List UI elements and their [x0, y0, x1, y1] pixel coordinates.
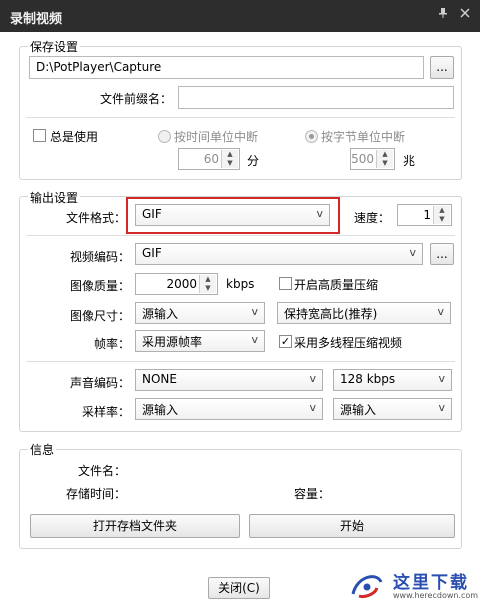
- file-size-label: 容量：: [293, 487, 330, 501]
- fps-value: 采用源帧率: [142, 335, 203, 349]
- size-select[interactable]: 源输入 v: [135, 302, 265, 324]
- pin-icon[interactable]: [434, 6, 452, 24]
- divider: [26, 117, 455, 118]
- aspect-select[interactable]: 保持宽高比(推荐) v: [277, 302, 451, 324]
- speed-value: 1: [423, 208, 431, 222]
- time-unit-radio[interactable]: [158, 130, 171, 143]
- time-unit-label: 按时间单位中断: [174, 130, 259, 144]
- window-title: 录制视频: [10, 12, 63, 27]
- time-value: 60: [203, 152, 219, 166]
- audio-codec-value: NONE: [142, 372, 177, 386]
- chevron-down-icon: v: [309, 372, 316, 385]
- open-folder-button[interactable]: 打开存档文件夹: [30, 514, 240, 538]
- spinner-arrows-icon[interactable]: ▲ ▼: [376, 150, 393, 168]
- size-label: 图像尺寸：: [69, 309, 130, 323]
- aspect-value: 保持宽高比(推荐): [284, 307, 378, 321]
- output-settings-title: 输出设置: [28, 189, 81, 206]
- multithread-label: 采用多线程压缩视频: [294, 336, 403, 350]
- format-value: GIF: [142, 207, 162, 221]
- format-select[interactable]: GIF v: [135, 204, 330, 226]
- divider: [26, 235, 455, 236]
- samplerate-label: 采样率：: [81, 405, 130, 419]
- audio-bitrate-select[interactable]: 128 kbps v: [333, 369, 452, 391]
- quality-value: 2000: [166, 277, 197, 291]
- time-spinner[interactable]: 60 ▲ ▼: [178, 148, 240, 170]
- video-codec-label: 视频编码：: [69, 250, 130, 264]
- multithread-checkbox[interactable]: ✓: [279, 335, 292, 348]
- always-use-checkbox[interactable]: [33, 129, 46, 142]
- filename-label: 文件名：: [77, 464, 126, 478]
- close-button[interactable]: 关闭(C): [208, 577, 270, 599]
- hq-label: 开启高质量压缩: [294, 278, 379, 292]
- chevron-down-icon: v: [309, 401, 316, 414]
- info-title: 信息: [28, 441, 57, 458]
- watermark-logo-icon: [351, 575, 383, 598]
- samplerate-select[interactable]: 源输入 v: [135, 398, 323, 420]
- always-use-label: 总是使用: [50, 130, 99, 144]
- fps-label: 帧率：: [93, 337, 130, 351]
- prefix-input[interactable]: [178, 86, 454, 109]
- quality-spinner[interactable]: 2000 ▲ ▼: [135, 273, 218, 295]
- checkmark-icon: ✓: [280, 335, 291, 348]
- duration-label: 存储时间：: [65, 487, 126, 501]
- audio-codec-select[interactable]: NONE v: [135, 369, 323, 391]
- chevron-down-icon: v: [438, 401, 445, 414]
- title-bar: 录制视频: [0, 0, 480, 32]
- speed-label: 速度：: [354, 211, 391, 225]
- spinner-arrows-icon[interactable]: ▲ ▼: [199, 275, 216, 293]
- chevron-down-icon: v: [251, 333, 258, 346]
- chevron-down-icon: v: [409, 246, 416, 259]
- save-settings-title: 保存设置: [28, 38, 81, 55]
- browse-path-button[interactable]: ...: [430, 56, 454, 79]
- time-unit: 分: [247, 154, 260, 168]
- close-icon[interactable]: [456, 6, 474, 24]
- spinner-arrows-icon[interactable]: ▲ ▼: [221, 150, 238, 168]
- start-button[interactable]: 开始: [249, 514, 455, 538]
- quality-label: 图像质量：: [69, 279, 130, 293]
- byte-unit: 兆: [403, 154, 416, 168]
- byte-spinner[interactable]: 500 ▲ ▼: [350, 148, 395, 170]
- watermark-text: 这里下载: [393, 573, 469, 593]
- audio-bitrate-value: 128 kbps: [340, 372, 396, 386]
- video-codec-settings-button[interactable]: ...: [430, 243, 454, 265]
- chevron-down-icon: v: [316, 207, 323, 220]
- watermark-url: www.herecdown.com: [393, 591, 479, 600]
- chevron-down-icon: v: [437, 305, 444, 318]
- samplerate-value: 源输入: [142, 403, 179, 417]
- spinner-arrows-icon[interactable]: ▲ ▼: [433, 206, 450, 224]
- byte-unit-label: 按字节单位中断: [321, 130, 406, 144]
- byte-value: 500: [351, 152, 374, 166]
- quality-unit: kbps: [226, 277, 255, 291]
- channels-value: 源输入: [340, 403, 377, 417]
- channels-select[interactable]: 源输入 v: [333, 398, 452, 420]
- chevron-down-icon: v: [251, 305, 258, 318]
- speed-spinner[interactable]: 1 ▲ ▼: [397, 204, 452, 226]
- byte-unit-radio[interactable]: [305, 130, 318, 143]
- fps-select[interactable]: 采用源帧率 v: [135, 330, 265, 352]
- format-label: 文件格式：: [65, 211, 126, 225]
- watermark: 这里下载 www.herecdown.com: [345, 565, 480, 606]
- save-path-field[interactable]: D:\PotPlayer\Capture: [29, 56, 424, 79]
- video-codec-value: GIF: [142, 246, 162, 260]
- prefix-label: 文件前缀名：: [99, 92, 172, 106]
- hq-checkbox[interactable]: [279, 277, 292, 290]
- chevron-down-icon: v: [438, 372, 445, 385]
- divider: [26, 361, 455, 362]
- video-codec-select[interactable]: GIF v: [135, 243, 423, 265]
- size-value: 源输入: [142, 307, 179, 321]
- audio-codec-label: 声音编码：: [69, 376, 130, 390]
